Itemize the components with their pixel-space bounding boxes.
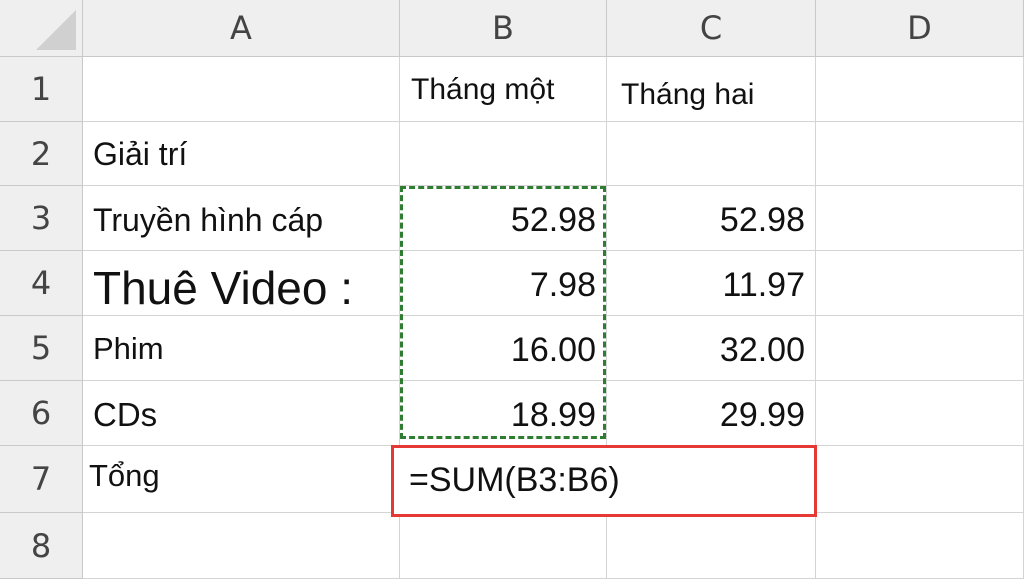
spreadsheet-grid[interactable]: A B C D 1 2 3 4 5 6 7 8 Tháng một Tháng … bbox=[0, 0, 1024, 579]
column-header-a[interactable]: A bbox=[83, 0, 400, 57]
column-header-d[interactable]: D bbox=[816, 0, 1024, 57]
row-header-1[interactable]: 1 bbox=[0, 57, 83, 122]
cell-b8[interactable] bbox=[400, 513, 607, 579]
cell-b2[interactable] bbox=[400, 122, 607, 186]
cell-c4: 11.97 bbox=[722, 266, 805, 304]
cell-d5[interactable] bbox=[816, 316, 1024, 381]
cell-b4: 7.98 bbox=[529, 266, 596, 304]
cell-a5: Phim bbox=[93, 331, 164, 366]
row-header-4[interactable]: 4 bbox=[0, 251, 83, 316]
cell-a8[interactable] bbox=[83, 513, 400, 579]
column-header-b[interactable]: B bbox=[400, 0, 607, 57]
cell-d1[interactable] bbox=[816, 57, 1024, 122]
cell-c3: 52.98 bbox=[719, 201, 805, 239]
cell-c2[interactable] bbox=[607, 122, 816, 186]
cell-a7: Tổng bbox=[89, 458, 160, 493]
cell-a6: CDs bbox=[93, 396, 158, 433]
cell-b7-formula[interactable]: =SUM(B3:B6) bbox=[409, 461, 620, 500]
cell-c8[interactable] bbox=[607, 513, 816, 579]
row-header-5[interactable]: 5 bbox=[0, 316, 83, 381]
cell-d6[interactable] bbox=[816, 381, 1024, 446]
cell-b1: Tháng một bbox=[411, 73, 555, 106]
cell-b6: 18.99 bbox=[510, 396, 596, 434]
cell-d2[interactable] bbox=[816, 122, 1024, 186]
cell-c6: 29.99 bbox=[719, 396, 805, 434]
column-header-c[interactable]: C bbox=[607, 0, 816, 57]
row-header-8[interactable]: 8 bbox=[0, 513, 83, 579]
row-header-3[interactable]: 3 bbox=[0, 186, 83, 251]
select-all-triangle-icon bbox=[36, 10, 76, 50]
cell-b3: 52.98 bbox=[510, 201, 596, 239]
cell-d3[interactable] bbox=[816, 186, 1024, 251]
cell-d7[interactable] bbox=[816, 446, 1024, 513]
select-all-corner[interactable] bbox=[0, 0, 83, 57]
cell-d8[interactable] bbox=[816, 513, 1024, 579]
cell-a4: Thuê Video : bbox=[93, 262, 354, 314]
cell-a3: Truyền hình cáp bbox=[93, 202, 324, 238]
cell-b5: 16.00 bbox=[510, 331, 596, 369]
cell-a1[interactable] bbox=[83, 57, 400, 122]
row-header-6[interactable]: 6 bbox=[0, 381, 83, 446]
cell-a2: Giải trí bbox=[93, 136, 188, 172]
cell-c1: Tháng hai bbox=[621, 78, 755, 111]
cell-d4[interactable] bbox=[816, 251, 1024, 316]
cell-c5: 32.00 bbox=[719, 331, 805, 369]
row-header-2[interactable]: 2 bbox=[0, 122, 83, 186]
row-header-7[interactable]: 7 bbox=[0, 446, 83, 513]
